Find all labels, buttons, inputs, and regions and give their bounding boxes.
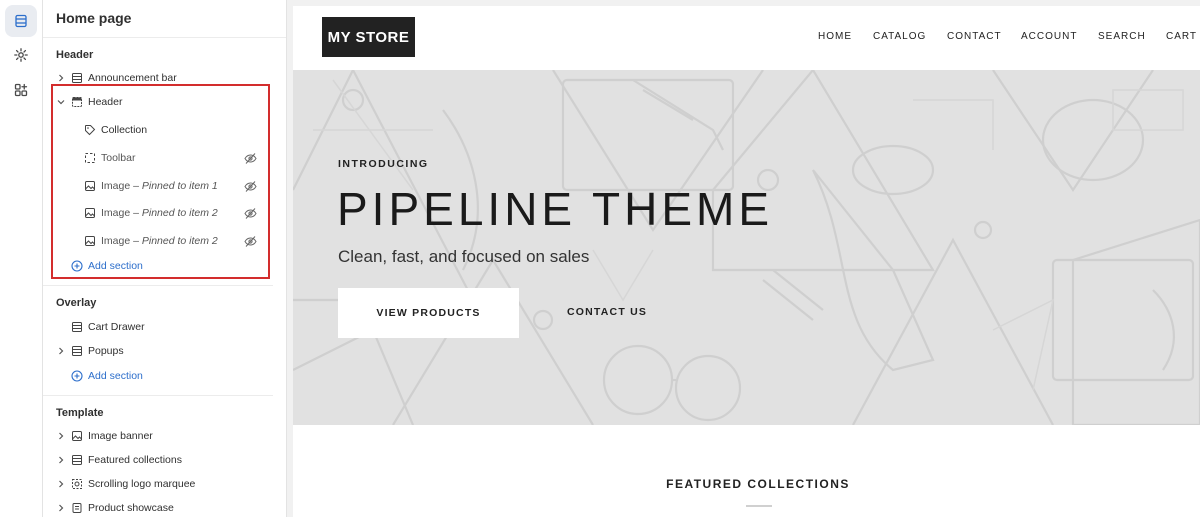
nav-contact[interactable]: CONTACT bbox=[947, 31, 1002, 42]
chevron-right-icon[interactable] bbox=[56, 73, 66, 83]
section-cart-drawer[interactable]: Cart Drawer bbox=[43, 316, 273, 338]
sections-icon bbox=[15, 14, 27, 28]
image-icon bbox=[84, 180, 96, 192]
theme-settings-tab[interactable] bbox=[5, 39, 37, 71]
divider bbox=[746, 505, 772, 507]
section-label: Popups bbox=[88, 345, 124, 357]
group-title-overlay: Overlay bbox=[56, 297, 97, 309]
group-title-header: Header bbox=[56, 49, 94, 61]
theme-editor: Home page Header Announcement bar Header… bbox=[0, 0, 1200, 517]
section-label: Product showcase bbox=[88, 502, 174, 514]
section-label: Cart Drawer bbox=[88, 321, 145, 333]
featured-collections-title: FEATURED COLLECTIONS bbox=[666, 477, 850, 491]
section-label: Image banner bbox=[88, 430, 153, 442]
sections-sidebar: Home page Header Announcement bar Header… bbox=[43, 0, 287, 517]
nav-account[interactable]: ACCOUNT bbox=[1021, 31, 1077, 42]
view-products-button[interactable]: VIEW PRODUCTS bbox=[338, 288, 519, 338]
sections-tab[interactable] bbox=[5, 5, 37, 37]
apps-icon bbox=[14, 83, 28, 97]
section-label: Featured collections bbox=[88, 454, 182, 466]
section-featured-collections[interactable]: Featured collections bbox=[43, 449, 273, 471]
section-image-banner[interactable]: Image banner bbox=[43, 425, 273, 447]
block-toolbar[interactable]: Toolbar bbox=[43, 147, 273, 169]
image-icon bbox=[84, 207, 96, 219]
nav-search[interactable]: SEARCH bbox=[1098, 31, 1146, 42]
page-title: Home page bbox=[56, 10, 132, 26]
chevron-right-icon[interactable] bbox=[56, 503, 66, 513]
block-label: Collection bbox=[101, 124, 148, 136]
chevron-right-icon[interactable] bbox=[56, 431, 66, 441]
editor-rail bbox=[0, 0, 43, 517]
divider bbox=[43, 37, 286, 38]
layout-section-icon bbox=[71, 72, 83, 84]
section-announcement-bar[interactable]: Announcement bar bbox=[43, 67, 273, 89]
section-product-showcase[interactable]: Product showcase bbox=[43, 497, 273, 517]
hero-title: PIPELINE THEME bbox=[337, 183, 774, 235]
divider bbox=[43, 285, 273, 286]
app-embeds-tab[interactable] bbox=[5, 74, 37, 106]
layout-section-icon bbox=[71, 454, 83, 466]
layout-section-icon bbox=[71, 321, 83, 333]
tag-icon bbox=[84, 124, 96, 136]
product-icon bbox=[71, 502, 83, 514]
image-banner: INTRODUCING PIPELINE THEME Clean, fast, … bbox=[293, 70, 1200, 425]
add-section-header[interactable]: Add section bbox=[43, 255, 273, 277]
block-label: Image – Pinned to item 2 bbox=[101, 235, 218, 247]
chevron-right-icon[interactable] bbox=[56, 455, 66, 465]
nav-catalog[interactable]: CATALOG bbox=[873, 31, 926, 42]
chevron-right-icon[interactable] bbox=[56, 479, 66, 489]
layout-header-icon bbox=[71, 96, 83, 108]
block-collection[interactable]: Collection bbox=[43, 119, 273, 141]
eye-hidden-icon[interactable] bbox=[244, 207, 257, 220]
eye-hidden-icon[interactable] bbox=[244, 180, 257, 193]
block-image-pinned-1[interactable]: Image – Pinned to item 1 bbox=[43, 175, 273, 197]
nav-cart[interactable]: CART bbox=[1166, 31, 1197, 42]
chevron-right-icon[interactable] bbox=[56, 346, 66, 356]
dashed-frame-icon bbox=[84, 152, 96, 164]
section-label: Scrolling logo marquee bbox=[88, 478, 196, 490]
add-section-overlay[interactable]: Add section bbox=[43, 365, 273, 387]
chevron-down-icon[interactable] bbox=[56, 97, 66, 107]
add-section-label: Add section bbox=[88, 260, 143, 272]
layout-section-icon bbox=[71, 345, 83, 357]
section-label: Header bbox=[88, 96, 123, 108]
block-image-pinned-2[interactable]: Image – Pinned to item 2 bbox=[43, 202, 273, 224]
image-icon bbox=[84, 235, 96, 247]
gear-icon bbox=[14, 48, 28, 62]
store-preview: MY STORE HOME CATALOG CONTACT ACCOUNT SE… bbox=[293, 6, 1200, 517]
block-label: Toolbar bbox=[101, 152, 136, 164]
contact-us-button[interactable]: CONTACT US bbox=[567, 306, 647, 318]
image-icon bbox=[71, 430, 83, 442]
block-label: Image – Pinned to item 1 bbox=[101, 180, 218, 192]
divider bbox=[43, 395, 273, 396]
add-section-label: Add section bbox=[88, 370, 143, 382]
block-image-pinned-2b[interactable]: Image – Pinned to item 2 bbox=[43, 230, 273, 252]
nav-home[interactable]: HOME bbox=[818, 31, 852, 42]
store-logo[interactable]: MY STORE bbox=[322, 17, 415, 57]
plus-circle-icon bbox=[71, 260, 83, 272]
eye-hidden-icon[interactable] bbox=[244, 152, 257, 165]
hero-subtitle: Clean, fast, and focused on sales bbox=[338, 247, 590, 266]
marquee-icon bbox=[71, 478, 83, 490]
section-label: Announcement bar bbox=[88, 72, 177, 84]
hero-eyebrow: INTRODUCING bbox=[338, 158, 429, 170]
store-header: MY STORE HOME CATALOG CONTACT ACCOUNT SE… bbox=[293, 6, 1200, 70]
block-label: Image – Pinned to item 2 bbox=[101, 207, 218, 219]
section-popups[interactable]: Popups bbox=[43, 340, 273, 362]
section-header[interactable]: Header bbox=[43, 91, 273, 113]
group-title-template: Template bbox=[56, 407, 104, 419]
section-scrolling-logo-marquee[interactable]: Scrolling logo marquee bbox=[43, 473, 273, 495]
plus-circle-icon bbox=[71, 370, 83, 382]
eye-hidden-icon[interactable] bbox=[244, 235, 257, 248]
